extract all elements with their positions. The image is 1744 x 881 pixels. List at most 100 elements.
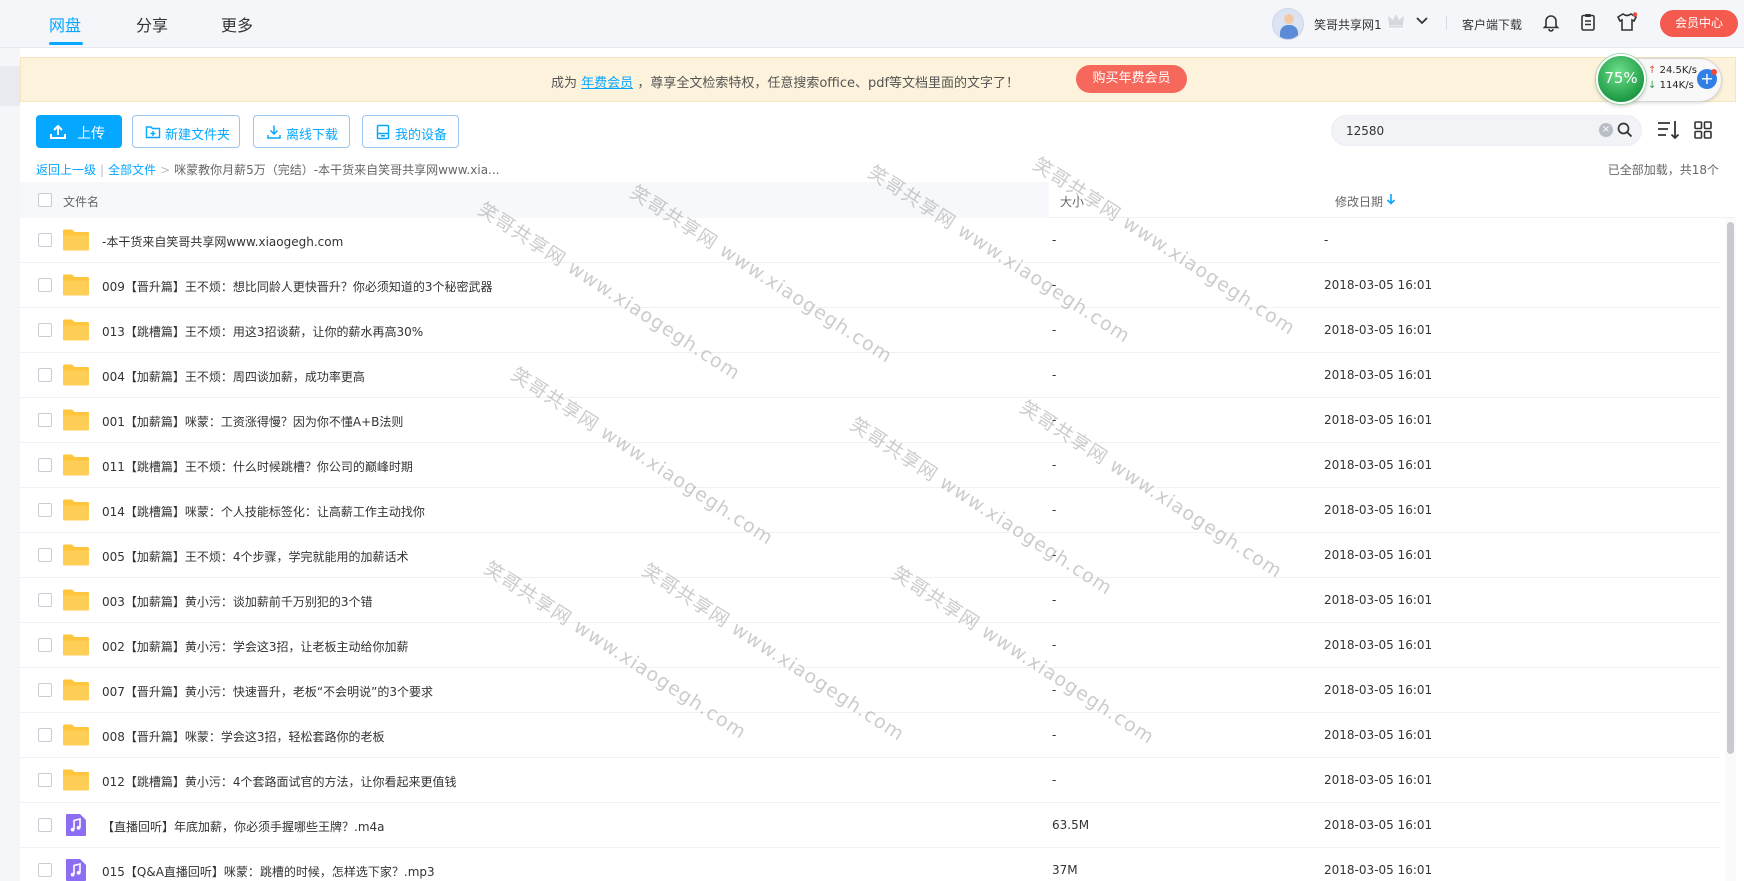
left-sidebar-active-item[interactable] (0, 66, 20, 106)
file-name[interactable]: 007【晋升篇】黄小污：快速晋升，老板“不会明说”的3个要求 (102, 683, 433, 700)
audio-file-icon[interactable] (62, 813, 90, 837)
row-checkbox[interactable] (38, 413, 52, 427)
member-center-button[interactable]: 会员中心 (1660, 10, 1738, 37)
folder-icon[interactable] (62, 768, 90, 792)
row-checkbox[interactable] (38, 548, 52, 562)
file-row[interactable]: 001【加薪篇】咪蒙：工资涨得慢？因为你不懂A+B法则 - 2018-03-05 1… (20, 398, 1720, 443)
breadcrumb-divider: | (100, 163, 105, 177)
sort-desc-icon[interactable] (1386, 193, 1396, 205)
row-checkbox[interactable] (38, 818, 52, 832)
row-checkbox[interactable] (38, 728, 52, 742)
tab-share[interactable]: 分享 (136, 12, 168, 36)
column-name[interactable]: 文件名 (63, 193, 99, 210)
file-date: 2018-03-05 16:01 (1324, 863, 1433, 877)
file-row[interactable]: 012【跳槽篇】黄小污：4个套路面试官的方法，让你看起来更值钱 - 2018-03-… (20, 758, 1720, 803)
offline-download-button[interactable]: 离线下载 (253, 115, 350, 148)
file-name[interactable]: 009【晋升篇】王不烦：想比同龄人更快晋升？你必须知道的3个秘密武器 (102, 278, 493, 295)
annual-member-link[interactable]: 年费会员 (581, 76, 633, 91)
file-row[interactable]: 002【加薪篇】黄小污：学会这3招，让老板主动给你加薪 - 2018-03-05 1… (20, 623, 1720, 668)
folder-icon[interactable] (62, 363, 90, 387)
file-row[interactable]: 007【晋升篇】黄小污：快速晋升，老板“不会明说”的3个要求 - 2018-03-0… (20, 668, 1720, 713)
row-checkbox[interactable] (38, 323, 52, 337)
file-row[interactable]: 009【晋升篇】王不烦：想比同龄人更快晋升？你必须知道的3个秘密武器 - 2018-… (20, 263, 1720, 308)
file-row[interactable]: -本干货来自笑哥共享网www.xiaogegh.com - - (20, 218, 1720, 263)
file-name[interactable]: 004【加薪篇】王不烦：周四谈加薪，成功率更高 (102, 368, 365, 385)
buy-annual-member-button[interactable]: 购买年费会员 (1076, 65, 1187, 93)
row-checkbox[interactable] (38, 278, 52, 292)
file-row[interactable]: 013【跳槽篇】王不烦：用这3招谈薪，让你的薪水再高30% - 2018-03-05… (20, 308, 1720, 353)
folder-icon[interactable] (62, 408, 90, 432)
folder-icon[interactable] (62, 633, 90, 657)
folder-icon[interactable] (62, 678, 90, 702)
folder-icon[interactable] (62, 588, 90, 612)
column-size[interactable]: 大小 (1060, 193, 1084, 210)
all-files-link[interactable]: 全部文件 (108, 163, 156, 177)
bell-icon[interactable] (1541, 12, 1561, 32)
username[interactable]: 笑哥共享网1 (1314, 16, 1382, 33)
back-link[interactable]: 返回上一级 (36, 163, 96, 177)
row-checkbox[interactable] (38, 233, 52, 247)
file-row[interactable]: 004【加薪篇】王不烦：周四谈加薪，成功率更高 - 2018-03-05 16:01 (20, 353, 1720, 398)
row-checkbox[interactable] (38, 683, 52, 697)
file-date: - (1324, 233, 1329, 247)
row-checkbox[interactable] (38, 593, 52, 607)
folder-icon[interactable] (62, 723, 90, 747)
tab-netdisk[interactable]: 网盘 (49, 12, 81, 36)
scrollbar-thumb[interactable] (1727, 222, 1734, 754)
file-row[interactable]: 005【加薪篇】王不烦：4个步骤，学完就能用的加薪话术 - 2018-03-05 1… (20, 533, 1720, 578)
search-icon[interactable] (1616, 121, 1634, 139)
folder-icon[interactable] (62, 543, 90, 567)
row-checkbox[interactable] (38, 503, 52, 517)
row-checkbox[interactable] (38, 458, 52, 472)
file-name[interactable]: 001【加薪篇】咪蒙：工资涨得慢？因为你不懂A+B法则 (102, 413, 403, 430)
audio-file-icon[interactable] (62, 858, 90, 881)
file-row[interactable]: 011【跳槽篇】王不烦：什么时候跳槽？你公司的巅峰时期 - 2018-03-05 1… (20, 443, 1720, 488)
upload-button[interactable]: 上传 (36, 115, 122, 148)
folder-icon[interactable] (62, 318, 90, 342)
file-name[interactable]: 014【跳槽篇】咪蒙：个人技能标签化：让高薪工作主动找你 (102, 503, 425, 520)
row-checkbox[interactable] (38, 773, 52, 787)
file-name[interactable]: 008【晋升篇】咪蒙：学会这3招，轻松套路你的老板 (102, 728, 385, 745)
file-row[interactable]: 014【跳槽篇】咪蒙：个人技能标签化：让高薪工作主动找你 - 2018-03-05 … (20, 488, 1720, 533)
chevron-down-icon[interactable] (1414, 12, 1430, 28)
sort-icon[interactable] (1656, 118, 1682, 142)
row-checkbox[interactable] (38, 638, 52, 652)
row-checkbox[interactable] (38, 368, 52, 382)
folder-icon[interactable] (62, 228, 90, 252)
file-name[interactable]: 005【加薪篇】王不烦：4个步骤，学完就能用的加薪话术 (102, 548, 409, 565)
file-size: - (1052, 773, 1057, 787)
file-row[interactable]: 003【加薪篇】黄小污：谈加薪前千万别犯的3个错 - 2018-03-05 16:0… (20, 578, 1720, 623)
folder-icon[interactable] (62, 498, 90, 522)
row-checkbox[interactable] (38, 863, 52, 877)
file-name[interactable]: 012【跳槽篇】黄小污：4个套路面试官的方法，让你看起来更值钱 (102, 773, 457, 790)
file-row[interactable]: 008【晋升篇】咪蒙：学会这3招，轻松套路你的老板 - 2018-03-05 16:… (20, 713, 1720, 758)
clear-icon[interactable]: × (1599, 123, 1613, 137)
file-name[interactable]: 011【跳槽篇】王不烦：什么时候跳槽？你公司的巅峰时期 (102, 458, 413, 475)
file-name[interactable]: 015【Q&A直播回听】咪蒙：跳槽的时候，怎样选下家？.mp3 (102, 863, 435, 880)
folder-icon[interactable] (62, 453, 90, 477)
file-name[interactable]: 003【加薪篇】黄小污：谈加薪前千万别犯的3个错 (102, 593, 373, 610)
offline-download-label: 离线下载 (286, 128, 339, 143)
new-folder-button[interactable]: 新建文件夹 (132, 115, 240, 148)
file-size: - (1052, 458, 1057, 472)
search-input[interactable] (1346, 122, 1586, 140)
clipboard-icon[interactable] (1578, 12, 1598, 32)
grid-view-icon[interactable] (1693, 120, 1713, 140)
file-date: 2018-03-05 16:01 (1324, 593, 1433, 607)
file-name[interactable]: 013【跳槽篇】王不烦：用这3招谈薪，让你的薪水再高30% (102, 323, 423, 340)
client-download-link[interactable]: 客户端下载 (1462, 16, 1522, 33)
file-row[interactable]: 【直播回听】年底加薪，你必须手握哪些王牌？.m4a 63.5M 2018-03-05… (20, 803, 1720, 848)
speed-ball[interactable]: 75% (1596, 54, 1646, 104)
column-date[interactable]: 修改日期 (1335, 193, 1383, 210)
select-all-checkbox[interactable] (38, 193, 52, 207)
folder-icon[interactable] (62, 273, 90, 297)
avatar[interactable] (1272, 8, 1304, 40)
file-date: 2018-03-05 16:01 (1324, 278, 1433, 292)
tshirt-icon[interactable] (1616, 12, 1638, 32)
tab-more[interactable]: 更多 (221, 12, 253, 36)
file-name[interactable]: -本干货来自笑哥共享网www.xiaogegh.com (102, 233, 343, 250)
file-name[interactable]: 【直播回听】年底加薪，你必须手握哪些王牌？.m4a (102, 818, 385, 835)
file-name[interactable]: 002【加薪篇】黄小污：学会这3招，让老板主动给你加薪 (102, 638, 409, 655)
my-device-button[interactable]: 我的设备 (362, 115, 459, 148)
file-row[interactable]: 015【Q&A直播回听】咪蒙：跳槽的时候，怎样选下家？.mp3 37M 2018-0… (20, 848, 1720, 881)
